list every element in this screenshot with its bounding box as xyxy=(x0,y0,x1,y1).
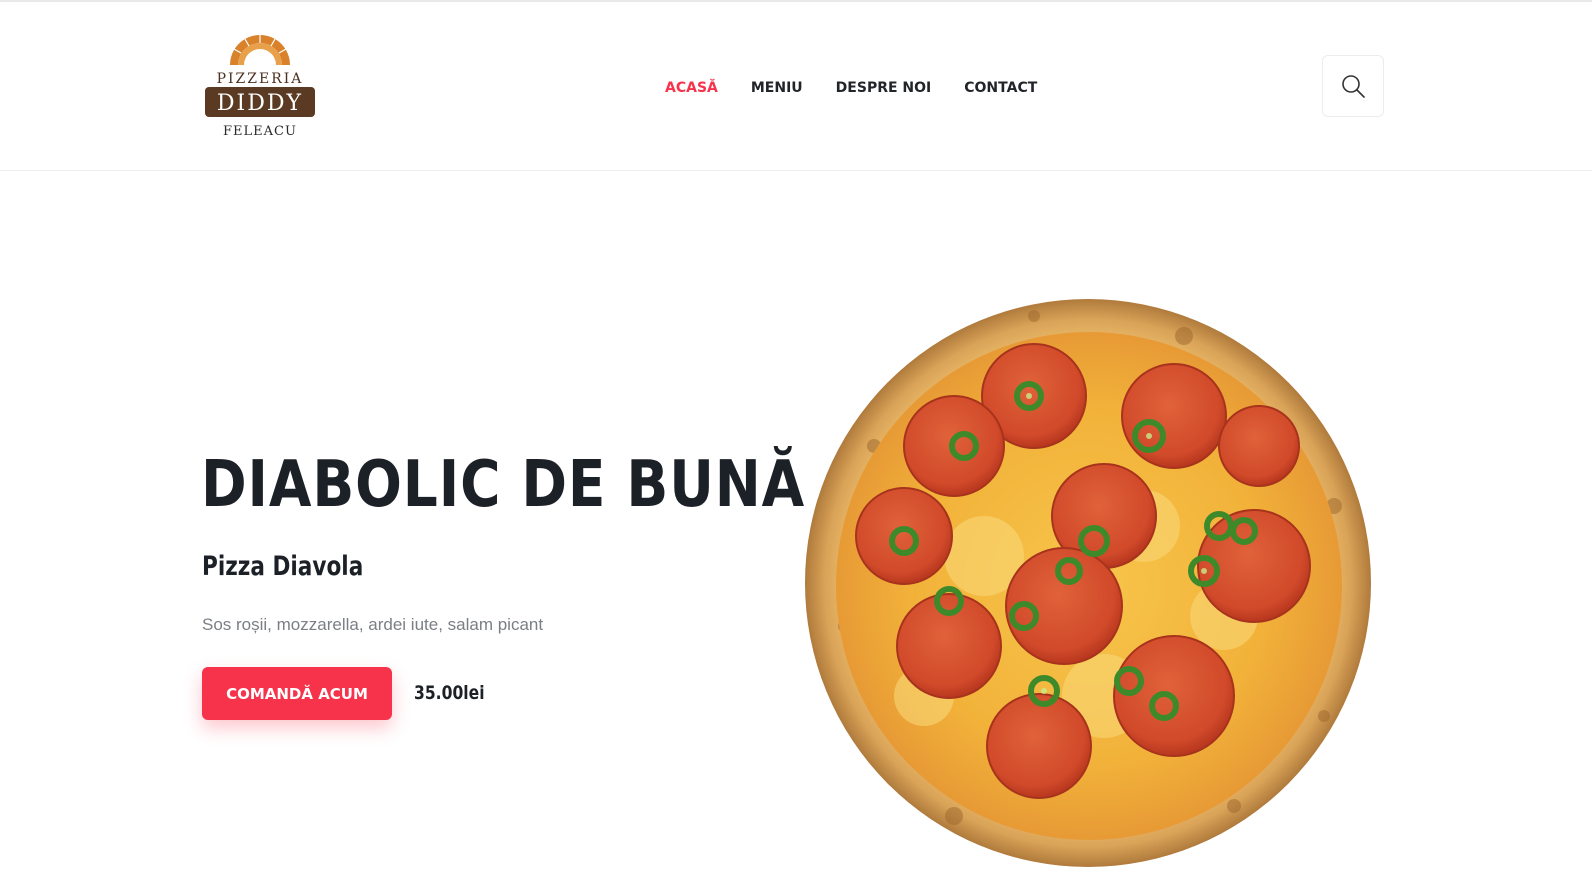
hero-title: DIABOLIC DE BUNĂ xyxy=(201,448,806,522)
nav-item-meniu[interactable]: MENIU xyxy=(751,80,803,96)
nav-item-contact[interactable]: CONTACT xyxy=(964,80,1037,96)
logo-text-bottom: FELEACU xyxy=(223,124,297,139)
search-button[interactable] xyxy=(1322,55,1384,117)
main-nav: ACASĂ MENIU DESPRE NOI CONTACT xyxy=(665,76,1070,100)
nav-item-despre-noi[interactable]: DESPRE NOI xyxy=(836,80,932,96)
pizza-diavola-image xyxy=(804,296,1372,868)
logo[interactable]: PIZZERIA DIDDY FELEACU xyxy=(204,32,316,140)
product-description: Sos roșii, mozzarella, ardei iute, salam… xyxy=(202,615,544,634)
product-name: Pizza Diavola xyxy=(202,551,364,582)
logo-text-main: DIDDY xyxy=(217,91,303,116)
logo-text-top: PIZZERIA xyxy=(217,71,304,87)
search-icon xyxy=(1342,75,1365,98)
order-now-button[interactable]: COMANDĂ ACUM xyxy=(202,667,392,720)
site-header: PIZZERIA DIDDY FELEACU ACASĂ MENIU DESPR… xyxy=(0,2,1592,171)
nav-item-acasa[interactable]: ACASĂ xyxy=(665,80,718,96)
product-price: 35.00lei xyxy=(414,682,485,704)
